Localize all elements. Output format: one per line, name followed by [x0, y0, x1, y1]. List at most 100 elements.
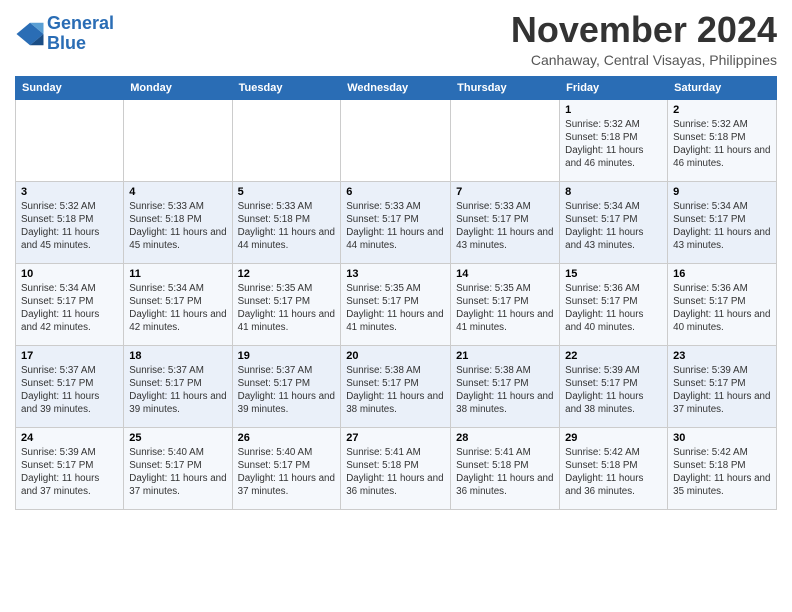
- day-number: 20: [346, 350, 445, 362]
- cell-w3-d0: 17 Sunrise: 5:37 AMSunset: 5:17 PMDayligh…: [16, 345, 124, 427]
- week-row-3: 17 Sunrise: 5:37 AMSunset: 5:17 PMDayligh…: [16, 345, 777, 427]
- day-info: Sunrise: 5:34 AMSunset: 5:17 PMDaylight:…: [673, 200, 771, 253]
- day-info: Sunrise: 5:37 AMSunset: 5:17 PMDaylight:…: [21, 364, 118, 417]
- cell-w0-d0: [16, 99, 124, 181]
- day-info: Sunrise: 5:39 AMSunset: 5:17 PMDaylight:…: [673, 364, 771, 417]
- day-number: 4: [129, 186, 226, 198]
- cell-w1-d0: 3Sunrise: 5:32 AMSunset: 5:18 PMDaylight…: [16, 181, 124, 263]
- cell-w2-d6: 16 Sunrise: 5:36 AMSunset: 5:17 PMDayligh…: [668, 263, 777, 345]
- day-info: Sunrise: 5:35 AMSunset: 5:17 PMDaylight:…: [238, 282, 336, 335]
- day-info: Sunrise: 5:34 AMSunset: 5:17 PMDaylight:…: [129, 282, 226, 335]
- day-info: Sunrise: 5:39 AMSunset: 5:17 PMDaylight:…: [565, 364, 662, 417]
- day-number: 24: [21, 432, 118, 444]
- day-info: Sunrise: 5:35 AMSunset: 5:17 PMDaylight:…: [346, 282, 445, 335]
- col-header-friday: Friday: [560, 76, 668, 99]
- day-info: Sunrise: 5:36 AMSunset: 5:17 PMDaylight:…: [565, 282, 662, 335]
- day-number: 23: [673, 350, 771, 362]
- day-info: Sunrise: 5:34 AMSunset: 5:17 PMDaylight:…: [21, 282, 118, 335]
- logo-text: General Blue: [47, 14, 114, 54]
- logo-line1: General: [47, 13, 114, 33]
- day-info: Sunrise: 5:32 AMSunset: 5:18 PMDaylight:…: [673, 118, 771, 171]
- day-number: 28: [456, 432, 554, 444]
- day-number: 30: [673, 432, 771, 444]
- day-info: Sunrise: 5:36 AMSunset: 5:17 PMDaylight:…: [673, 282, 771, 335]
- cell-w1-d2: 5 Sunrise: 5:33 AMSunset: 5:18 PMDaylight…: [232, 181, 341, 263]
- day-number: 16: [673, 268, 771, 280]
- day-number: 22: [565, 350, 662, 362]
- day-info: Sunrise: 5:33 AMSunset: 5:18 PMDaylight:…: [238, 200, 336, 253]
- col-header-saturday: Saturday: [668, 76, 777, 99]
- calendar-table: SundayMondayTuesdayWednesdayThursdayFrid…: [15, 76, 777, 510]
- title-section: November 2024 Canhaway, Central Visayas,…: [511, 10, 777, 68]
- col-header-monday: Monday: [124, 76, 232, 99]
- day-info: Sunrise: 5:34 AMSunset: 5:17 PMDaylight:…: [565, 200, 662, 253]
- logo: General Blue: [15, 14, 114, 54]
- cell-w3-d3: 20Sunrise: 5:38 AMSunset: 5:17 PMDayligh…: [341, 345, 451, 427]
- cell-w1-d6: 9 Sunrise: 5:34 AMSunset: 5:17 PMDaylight…: [668, 181, 777, 263]
- day-number: 10: [21, 268, 118, 280]
- cell-w0-d2: [232, 99, 341, 181]
- cell-w2-d0: 10 Sunrise: 5:34 AMSunset: 5:17 PMDayligh…: [16, 263, 124, 345]
- col-header-wednesday: Wednesday: [341, 76, 451, 99]
- week-row-4: 24 Sunrise: 5:39 AMSunset: 5:17 PMDayligh…: [16, 427, 777, 509]
- day-number: 9: [673, 186, 771, 198]
- day-info: Sunrise: 5:35 AMSunset: 5:17 PMDaylight:…: [456, 282, 554, 335]
- cell-w3-d2: 19 Sunrise: 5:37 AMSunset: 5:17 PMDayligh…: [232, 345, 341, 427]
- week-row-1: 3Sunrise: 5:32 AMSunset: 5:18 PMDaylight…: [16, 181, 777, 263]
- day-info: Sunrise: 5:39 AMSunset: 5:17 PMDaylight:…: [21, 446, 118, 499]
- cell-w1-d4: 7 Sunrise: 5:33 AMSunset: 5:17 PMDaylight…: [451, 181, 560, 263]
- day-info: Sunrise: 5:37 AMSunset: 5:17 PMDaylight:…: [129, 364, 226, 417]
- cell-w2-d3: 13Sunrise: 5:35 AMSunset: 5:17 PMDayligh…: [341, 263, 451, 345]
- day-info: Sunrise: 5:41 AMSunset: 5:18 PMDaylight:…: [346, 446, 445, 499]
- cell-w0-d1: [124, 99, 232, 181]
- cell-w0-d4: [451, 99, 560, 181]
- day-number: 18: [129, 350, 226, 362]
- day-number: 14: [456, 268, 554, 280]
- day-number: 5: [238, 186, 336, 198]
- cell-w0-d6: 2 Sunrise: 5:32 AMSunset: 5:18 PMDaylight…: [668, 99, 777, 181]
- cell-w2-d2: 12 Sunrise: 5:35 AMSunset: 5:17 PMDayligh…: [232, 263, 341, 345]
- cell-w3-d5: 22 Sunrise: 5:39 AMSunset: 5:17 PMDayligh…: [560, 345, 668, 427]
- day-number: 7: [456, 186, 554, 198]
- day-number: 1: [565, 104, 662, 116]
- day-info: Sunrise: 5:37 AMSunset: 5:17 PMDaylight:…: [238, 364, 336, 417]
- day-number: 26: [238, 432, 336, 444]
- cell-w4-d2: 26 Sunrise: 5:40 AMSunset: 5:17 PMDayligh…: [232, 427, 341, 509]
- header: General Blue November 2024 Canhaway, Cen…: [15, 10, 777, 68]
- cell-w4-d1: 25 Sunrise: 5:40 AMSunset: 5:17 PMDayligh…: [124, 427, 232, 509]
- page: General Blue November 2024 Canhaway, Cen…: [0, 0, 792, 612]
- day-number: 6: [346, 186, 445, 198]
- day-number: 15: [565, 268, 662, 280]
- day-number: 17: [21, 350, 118, 362]
- day-number: 21: [456, 350, 554, 362]
- day-info: Sunrise: 5:41 AMSunset: 5:18 PMDaylight:…: [456, 446, 554, 499]
- header-row: SundayMondayTuesdayWednesdayThursdayFrid…: [16, 76, 777, 99]
- day-info: Sunrise: 5:42 AMSunset: 5:18 PMDaylight:…: [673, 446, 771, 499]
- day-info: Sunrise: 5:40 AMSunset: 5:17 PMDaylight:…: [129, 446, 226, 499]
- cell-w4-d6: 30 Sunrise: 5:42 AMSunset: 5:18 PMDayligh…: [668, 427, 777, 509]
- subtitle: Canhaway, Central Visayas, Philippines: [511, 52, 777, 68]
- cell-w3-d6: 23 Sunrise: 5:39 AMSunset: 5:17 PMDayligh…: [668, 345, 777, 427]
- day-info: Sunrise: 5:40 AMSunset: 5:17 PMDaylight:…: [238, 446, 336, 499]
- col-header-thursday: Thursday: [451, 76, 560, 99]
- day-number: 12: [238, 268, 336, 280]
- day-info: Sunrise: 5:33 AMSunset: 5:18 PMDaylight:…: [129, 200, 226, 253]
- day-info: Sunrise: 5:33 AMSunset: 5:17 PMDaylight:…: [456, 200, 554, 253]
- day-info: Sunrise: 5:32 AMSunset: 5:18 PMDaylight:…: [565, 118, 662, 171]
- logo-line2: Blue: [47, 33, 86, 53]
- day-info: Sunrise: 5:33 AMSunset: 5:17 PMDaylight:…: [346, 200, 445, 253]
- cell-w4-d3: 27 Sunrise: 5:41 AMSunset: 5:18 PMDayligh…: [341, 427, 451, 509]
- week-row-0: 1 Sunrise: 5:32 AMSunset: 5:18 PMDaylight…: [16, 99, 777, 181]
- logo-icon: [15, 19, 45, 49]
- day-info: Sunrise: 5:42 AMSunset: 5:18 PMDaylight:…: [565, 446, 662, 499]
- cell-w0-d3: [341, 99, 451, 181]
- day-number: 27: [346, 432, 445, 444]
- cell-w2-d1: 11Sunrise: 5:34 AMSunset: 5:17 PMDayligh…: [124, 263, 232, 345]
- day-number: 19: [238, 350, 336, 362]
- main-title: November 2024: [511, 10, 777, 50]
- week-row-2: 10 Sunrise: 5:34 AMSunset: 5:17 PMDayligh…: [16, 263, 777, 345]
- day-number: 25: [129, 432, 226, 444]
- day-number: 2: [673, 104, 771, 116]
- cell-w2-d4: 14 Sunrise: 5:35 AMSunset: 5:17 PMDayligh…: [451, 263, 560, 345]
- cell-w0-d5: 1 Sunrise: 5:32 AMSunset: 5:18 PMDaylight…: [560, 99, 668, 181]
